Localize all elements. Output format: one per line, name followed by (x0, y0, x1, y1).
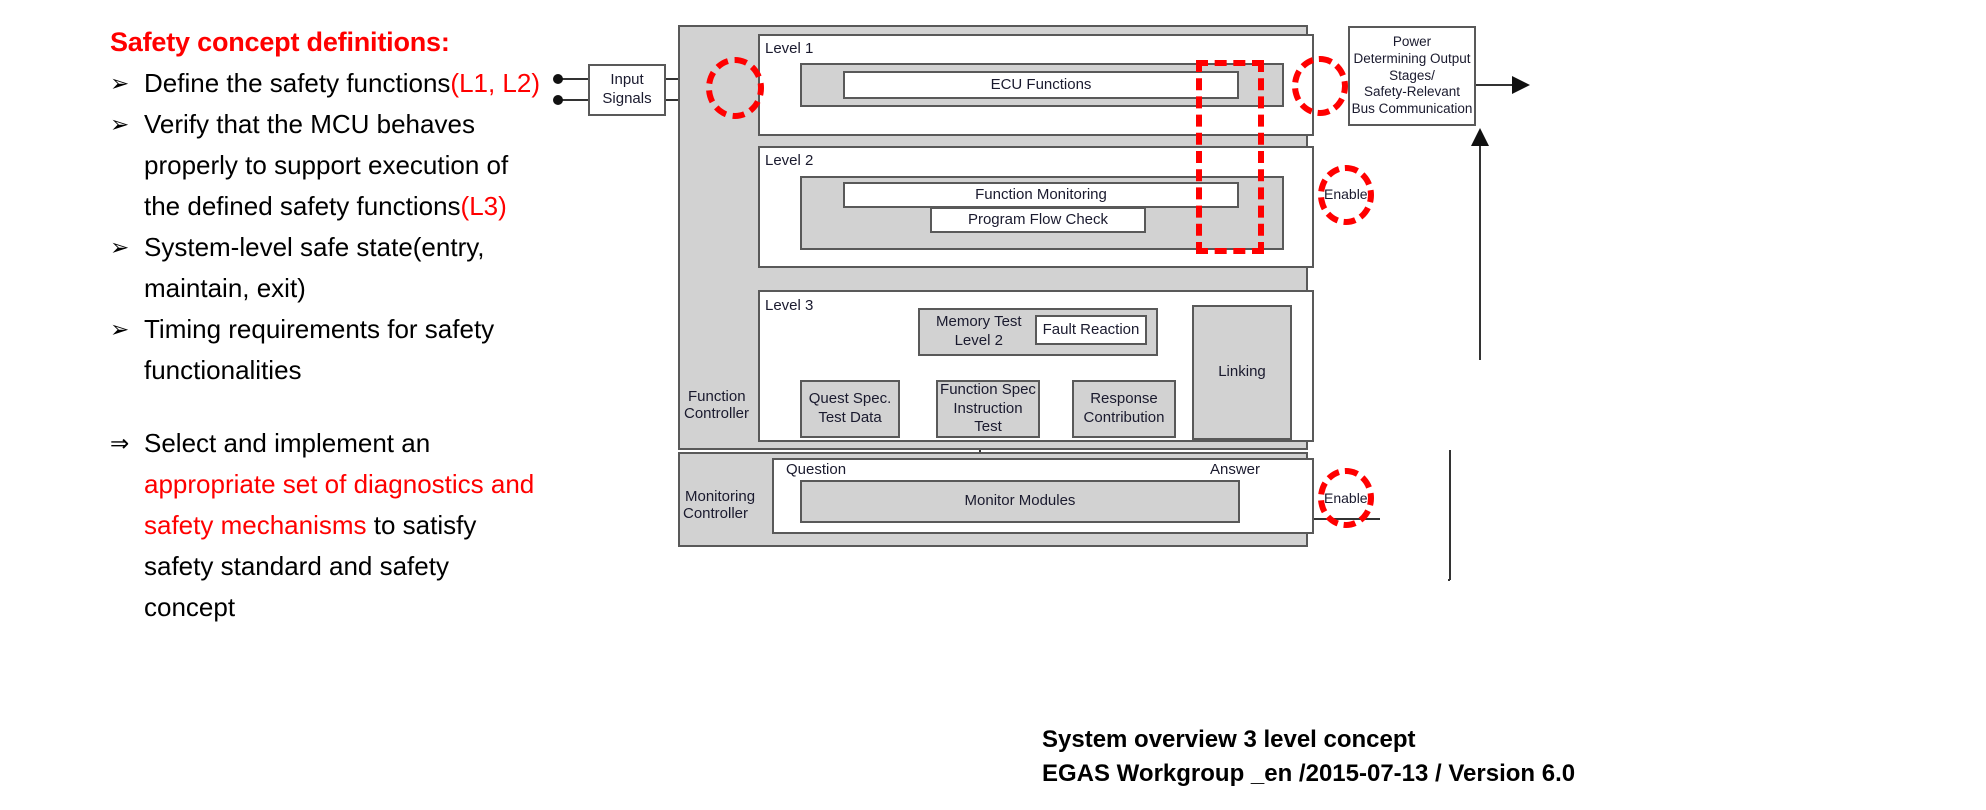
input-signals-label-line2: Signals (602, 90, 652, 107)
program-flow-check-box: Program Flow Check (930, 207, 1146, 233)
function-controller-label-line2: Controller (684, 405, 750, 422)
ecu-functions-label: ECU Functions (990, 75, 1092, 93)
response-contribution-label-line2: Contribution (1083, 409, 1165, 426)
enable-top-label: Enable (1324, 186, 1368, 202)
function-spec-instruction-test-box: Function Spec Instruction Test (936, 380, 1040, 438)
power-box-line4: Safety-Relevant (1363, 84, 1461, 100)
red-highlight-power-path (1292, 56, 1348, 116)
quest-spec-test-data-box: Quest Spec. Test Data (800, 380, 900, 438)
caption-line-1: System overview 3 level concept (1042, 726, 1416, 753)
input-signals-label-line1: Input (610, 71, 644, 89)
function-monitoring-label: Function Monitoring (975, 185, 1107, 203)
red-highlight-level-output-path (1196, 60, 1264, 254)
response-contribution-label-line1: Response (1090, 390, 1158, 408)
input-signals-box: Input Signals (588, 64, 666, 116)
memory-test-label-line2: Level 2 (954, 332, 1003, 349)
memory-test-label-line1: Memory Test (936, 313, 1022, 331)
quest-spec-label-line1: Quest Spec. (808, 390, 892, 408)
monitoring-controller-label-line1: Monitoring (685, 488, 756, 505)
power-box-line5: Bus Communication (1351, 101, 1473, 117)
level1-label: Level 1 (765, 40, 814, 57)
power-box-line3: Stages/ (1389, 67, 1435, 83)
system-overview-diagram: Input Signals Function Controller Monito… (0, 0, 1986, 810)
monitor-modules-box: Monitor Modules (800, 480, 1240, 523)
function-spec-label-line1: Function Spec (940, 380, 1036, 398)
enable-bottom-label: Enable (1324, 490, 1368, 506)
response-contribution-box: Response Contribution (1072, 380, 1176, 438)
fault-reaction-label: Fault Reaction (1042, 320, 1140, 338)
monitoring-controller-label-line2: Controller (683, 505, 749, 522)
linking-box: Linking (1192, 305, 1292, 440)
power-box-line1: Power (1392, 33, 1432, 49)
function-spec-label-line2: Instruction Test (953, 399, 1023, 436)
answer-label: Answer (1210, 461, 1261, 478)
diagram-caption: System overview 3 level concept EGAS Wor… (1042, 723, 1575, 791)
level2-label: Level 2 (765, 152, 814, 169)
fault-reaction-box: Fault Reaction (1035, 315, 1147, 345)
power-determining-output-box: Power Determining Output Stages/ Safety-… (1348, 26, 1476, 126)
linking-label: Linking (1218, 363, 1266, 381)
level3-label: Level 3 (765, 297, 814, 314)
question-label: Question (786, 461, 847, 478)
quest-spec-label-line2: Test Data (818, 409, 882, 426)
ecu-functions-box: ECU Functions (843, 71, 1239, 99)
monitor-modules-label: Monitor Modules (964, 492, 1076, 510)
memory-test-label-wrap: Memory Test Level 2 (936, 313, 1022, 351)
program-flow-check-label: Program Flow Check (967, 210, 1109, 228)
red-highlight-input-junction (706, 57, 764, 119)
function-controller-label-line1: Function (688, 388, 746, 405)
caption-line-2: EGAS Workgroup _en /2015-07-13 / Version… (1042, 760, 1576, 787)
power-box-line2: Determining Output (1353, 50, 1471, 66)
function-monitoring-box: Function Monitoring (843, 182, 1239, 208)
